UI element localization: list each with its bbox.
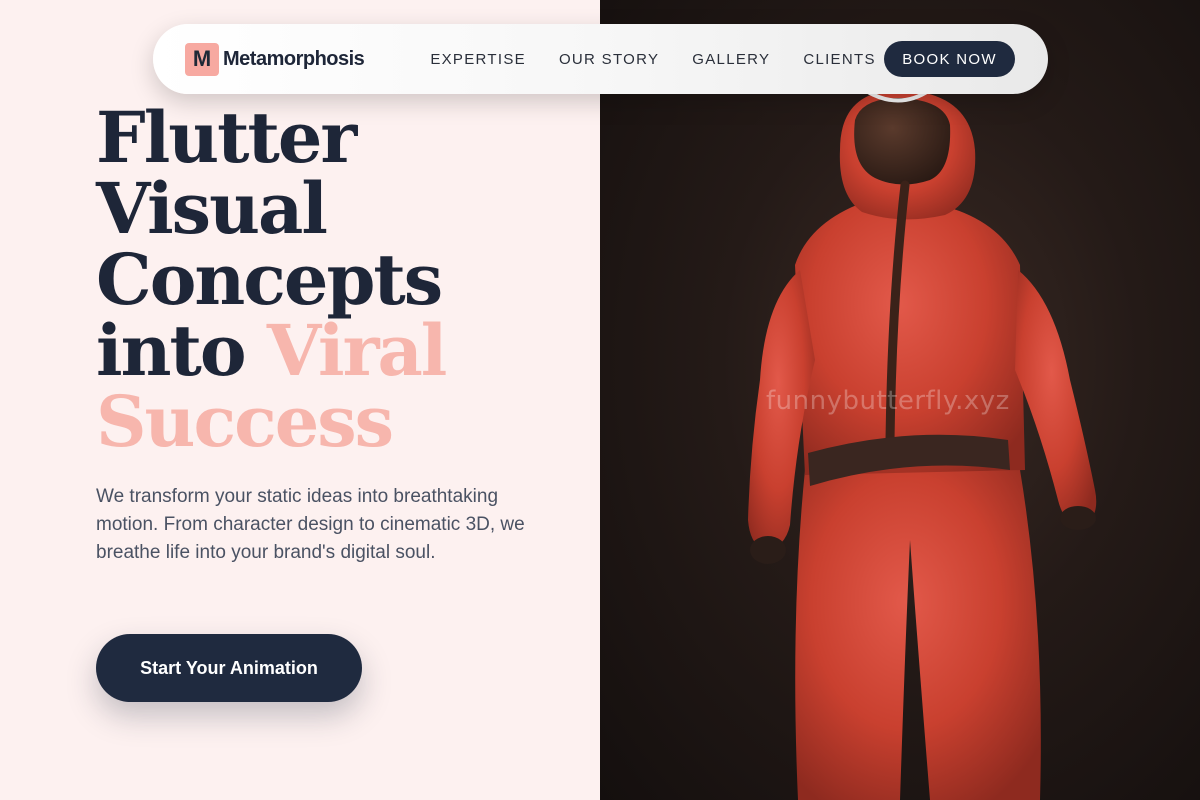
hero-image: funnybutterfly.xyz	[600, 0, 1200, 800]
logo-mark-icon: M	[185, 42, 219, 76]
book-now-button[interactable]: BOOK NOW	[884, 41, 1015, 77]
brand-logo[interactable]: M Metamorphosis	[185, 42, 365, 76]
hero-headline: Flutter Visual Concepts into Viral Succe…	[96, 102, 447, 457]
brand-name: Metamorphosis	[223, 47, 365, 70]
top-navbar: M Metamorphosis EXPERTISE OUR STORY GALL…	[153, 24, 1048, 94]
nav-link-clients[interactable]: CLIENTS	[803, 51, 875, 68]
nav-link-expertise[interactable]: EXPERTISE	[430, 51, 526, 68]
nav-link-our-story[interactable]: OUR STORY	[559, 51, 659, 68]
headline-accent-success: Success	[96, 380, 394, 463]
watermark-text: funnybutterfly.xyz	[766, 386, 1010, 416]
nav-links: EXPERTISE OUR STORY GALLERY CLIENTS	[430, 51, 908, 68]
start-animation-button[interactable]: Start Your Animation	[96, 634, 362, 702]
hero-tagline: We transform your static ideas into brea…	[96, 486, 525, 563]
nav-link-gallery[interactable]: GALLERY	[692, 51, 770, 68]
